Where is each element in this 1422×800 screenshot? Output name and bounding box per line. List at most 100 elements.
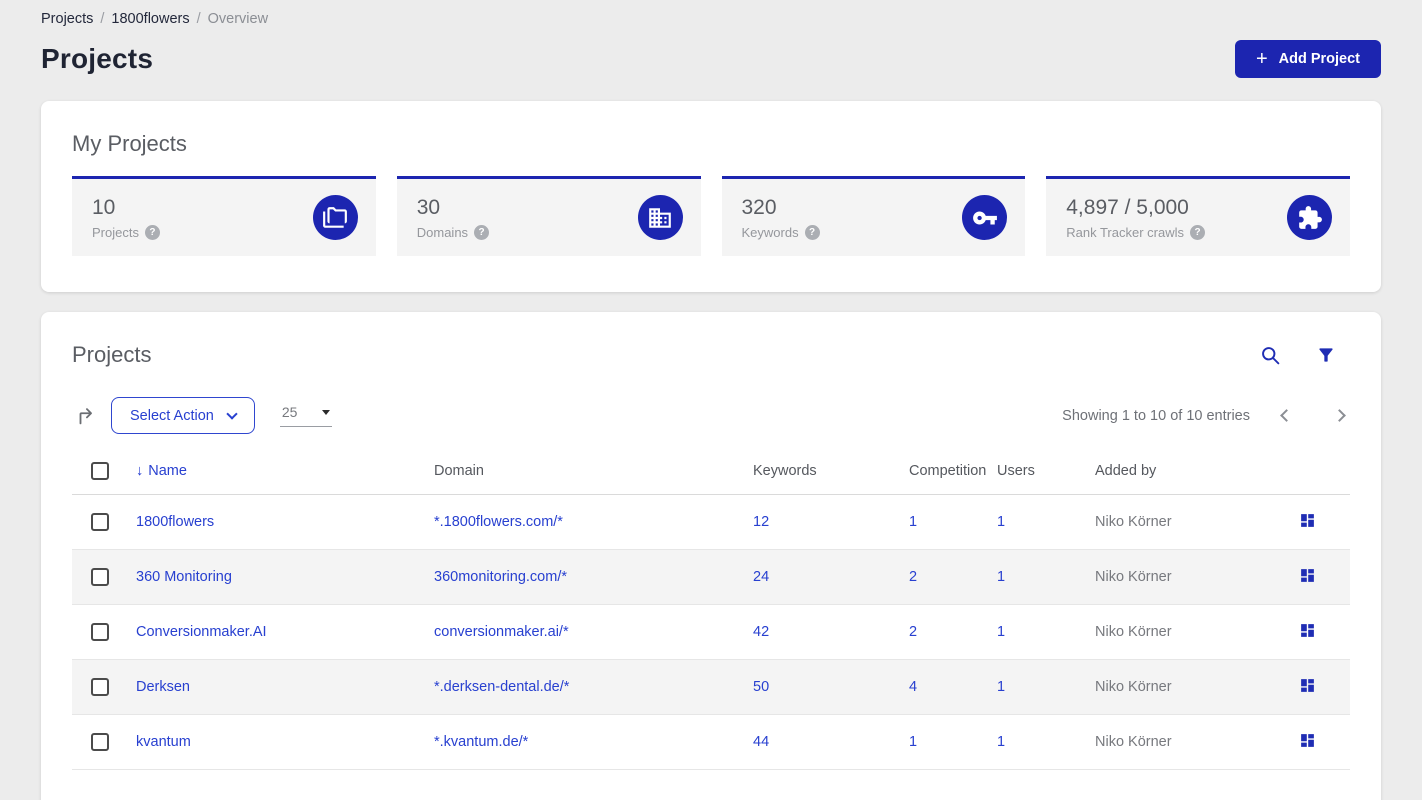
added-by-text: Niko Körner: [1095, 569, 1172, 585]
breadcrumb-item-projects[interactable]: Projects: [41, 11, 93, 27]
row-checkbox[interactable]: [91, 513, 109, 531]
project-keywords-link[interactable]: 50: [753, 679, 769, 695]
project-name-link[interactable]: 1800flowers: [136, 514, 214, 530]
projects-card: Projects Select Action 25 Showing 1 to 1…: [41, 312, 1381, 800]
project-name-link[interactable]: Conversionmaker.AI: [136, 624, 267, 640]
table-row: kvantum *.kvantum.de/* 44 1 1 Niko Körne…: [72, 714, 1350, 770]
project-keywords-link[interactable]: 42: [753, 624, 769, 640]
my-projects-card: My Projects 10 Projects ? 30 Domains ? 3…: [41, 101, 1381, 292]
project-competition-link[interactable]: 2: [909, 624, 917, 640]
stat-value: 30: [416, 195, 441, 219]
project-keywords-link[interactable]: 44: [753, 734, 769, 750]
project-domain-link[interactable]: *.1800flowers.com/*: [434, 514, 563, 530]
project-keywords-link[interactable]: 24: [753, 569, 769, 585]
project-competition-link[interactable]: 1: [909, 734, 917, 750]
column-header-users[interactable]: Users: [997, 447, 1095, 495]
showing-entries-text: Showing 1 to 10 of 10 entries: [1062, 407, 1250, 424]
select-action-label: Select Action: [130, 407, 214, 424]
previous-page-button[interactable]: [1278, 407, 1295, 424]
project-competition-link[interactable]: 1: [909, 514, 917, 530]
project-domain-link[interactable]: conversionmaker.ai/*: [434, 624, 569, 640]
project-dashboard-icon[interactable]: [1299, 677, 1316, 694]
chevron-right-icon: [1333, 409, 1346, 422]
table-row: 360 Monitoring 360monitoring.com/* 24 2 …: [72, 549, 1350, 605]
stat-label: Keywords: [741, 224, 799, 240]
page-size-select[interactable]: 25: [279, 404, 332, 427]
stat-tile-keywords: 320 Keywords ?: [721, 176, 1026, 256]
projects-heading: Projects: [72, 342, 152, 367]
project-domain-link[interactable]: *.derksen-dental.de/*: [434, 679, 569, 695]
select-all-checkbox[interactable]: [91, 462, 109, 480]
stat-tiles: 10 Projects ? 30 Domains ? 320 Keywords …: [72, 176, 1350, 256]
project-users-link[interactable]: 1: [997, 569, 1005, 585]
project-domain-link[interactable]: 360monitoring.com/*: [434, 569, 567, 585]
stat-label: Domains: [416, 224, 469, 240]
project-name-link[interactable]: kvantum: [136, 734, 191, 750]
key-icon: [962, 195, 1008, 240]
page-title: Projects: [41, 43, 154, 74]
table-toolbar: Select Action 25 Showing 1 to 10 of 10 e…: [72, 397, 1350, 434]
project-users-link[interactable]: 1: [997, 734, 1005, 750]
table-row: Conversionmaker.AI conversionmaker.ai/* …: [72, 604, 1350, 660]
project-competition-link[interactable]: 4: [909, 679, 917, 695]
project-users-link[interactable]: 1: [997, 679, 1005, 695]
project-dashboard-icon[interactable]: [1299, 622, 1316, 639]
projects-table: ↓ Name Domain Keywords Competition Users …: [72, 447, 1350, 770]
stat-value: 4,897 / 5,000: [1066, 195, 1189, 219]
export-arrow-icon[interactable]: [75, 405, 97, 427]
project-domain-link[interactable]: *.kvantum.de/*: [434, 734, 528, 750]
project-competition-link[interactable]: 2: [909, 569, 917, 585]
project-users-link[interactable]: 1: [997, 514, 1005, 530]
column-header-keywords[interactable]: Keywords: [753, 447, 909, 495]
row-checkbox[interactable]: [91, 568, 109, 586]
breadcrumb-separator: /: [100, 11, 105, 27]
project-dashboard-icon[interactable]: [1299, 567, 1316, 584]
project-dashboard-icon[interactable]: [1299, 512, 1316, 529]
breadcrumb-item-project[interactable]: 1800flowers: [111, 11, 189, 27]
table-row: 1800flowers *.1800flowers.com/* 12 1 1 N…: [72, 494, 1350, 550]
added-by-text: Niko Körner: [1095, 679, 1172, 695]
project-users-link[interactable]: 1: [997, 624, 1005, 640]
row-checkbox[interactable]: [91, 678, 109, 696]
column-header-competition[interactable]: Competition: [909, 447, 997, 495]
project-dashboard-icon[interactable]: [1299, 732, 1316, 749]
add-project-button[interactable]: + Add Project: [1234, 40, 1381, 78]
stat-label: Rank Tracker crawls: [1066, 224, 1184, 240]
help-icon[interactable]: ?: [474, 224, 490, 240]
sort-descending-icon: ↓: [136, 463, 144, 479]
stat-tile-rank-tracker: 4,897 / 5,000 Rank Tracker crawls ?: [1046, 176, 1350, 256]
page-size-value: 25: [281, 404, 298, 420]
added-by-text: Niko Körner: [1095, 624, 1172, 640]
stat-tile-domains: 30 Domains ?: [396, 176, 701, 256]
stat-tile-projects: 10 Projects ?: [72, 176, 376, 256]
chevron-down-icon: [226, 407, 238, 420]
table-row: Derksen *.derksen-dental.de/* 50 4 1 Nik…: [72, 659, 1350, 715]
search-icon[interactable]: [1260, 345, 1281, 366]
row-checkbox[interactable]: [91, 623, 109, 641]
folders-icon: [312, 195, 358, 240]
help-icon[interactable]: ?: [1190, 224, 1205, 240]
page: Projects / 1800flowers / Overview Projec…: [0, 0, 1422, 800]
my-projects-heading: My Projects: [72, 131, 187, 156]
row-checkbox[interactable]: [91, 733, 109, 751]
help-icon[interactable]: ?: [804, 224, 820, 240]
stat-value: 320: [741, 195, 777, 219]
column-header-name[interactable]: ↓ Name: [136, 447, 434, 495]
table-header-row: ↓ Name Domain Keywords Competition Users …: [72, 447, 1350, 495]
added-by-text: Niko Körner: [1095, 514, 1172, 530]
column-header-added-by[interactable]: Added by: [1095, 447, 1293, 495]
stat-value: 10: [92, 195, 116, 219]
filter-icon[interactable]: [1316, 345, 1336, 365]
stat-label: Projects: [92, 224, 139, 240]
select-action-dropdown[interactable]: Select Action: [111, 397, 255, 434]
next-page-button[interactable]: [1331, 407, 1348, 424]
chevron-left-icon: [1280, 409, 1293, 422]
project-name-link[interactable]: 360 Monitoring: [136, 569, 232, 585]
table-body: 1800flowers *.1800flowers.com/* 12 1 1 N…: [72, 494, 1350, 770]
building-icon: [637, 195, 683, 240]
column-header-domain[interactable]: Domain: [434, 447, 753, 495]
breadcrumb-item-overview: Overview: [207, 11, 269, 27]
project-name-link[interactable]: Derksen: [136, 679, 190, 695]
project-keywords-link[interactable]: 12: [753, 514, 769, 530]
help-icon[interactable]: ?: [144, 224, 160, 240]
